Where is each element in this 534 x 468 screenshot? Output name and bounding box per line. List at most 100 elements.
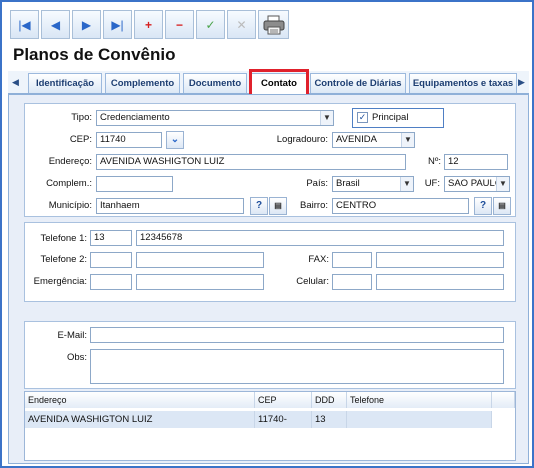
tipo-label: Tipo: bbox=[71, 112, 92, 123]
address-group: Tipo: Credenciamento ▼ ✓ Principal CEP: … bbox=[24, 103, 516, 217]
print-button[interactable] bbox=[258, 10, 289, 39]
obs-textarea[interactable] bbox=[90, 349, 504, 384]
uf-value: SAO PAULO bbox=[448, 178, 503, 189]
municipio-lookup-button[interactable]: ▤ bbox=[269, 197, 287, 215]
printer-icon bbox=[263, 15, 284, 34]
logradouro-select[interactable]: AVENIDA ▼ bbox=[332, 132, 415, 148]
tab-documento[interactable]: Documento bbox=[183, 73, 247, 93]
contact-group: E-Mail: Obs: bbox=[24, 321, 516, 389]
previous-record-button[interactable]: ◀ bbox=[41, 10, 70, 39]
principal-checkbox-field[interactable]: ✓ Principal bbox=[352, 108, 444, 128]
tab-equipamentos-e-taxas[interactable]: Equipamentos e taxas bbox=[409, 73, 517, 93]
tab-complemento[interactable]: Complemento bbox=[105, 73, 180, 93]
logradouro-label: Logradouro: bbox=[276, 134, 328, 145]
celular-number-input[interactable] bbox=[376, 274, 504, 290]
help-icon: ? bbox=[255, 200, 263, 211]
next-record-icon: ▶ bbox=[81, 17, 92, 32]
document-lookup-icon: ▤ bbox=[498, 201, 506, 210]
uf-label: UF: bbox=[424, 178, 440, 189]
remove-icon: − bbox=[175, 17, 183, 32]
pais-label: País: bbox=[306, 178, 328, 189]
celular-label: Celular: bbox=[296, 276, 329, 287]
municipio-label: Município: bbox=[48, 200, 92, 211]
chevron-down-icon: ▼ bbox=[496, 177, 509, 191]
telefone2-ddd-input[interactable] bbox=[90, 252, 132, 268]
telefone2-label: Telefone 2: bbox=[40, 254, 87, 265]
grid-header-filler bbox=[492, 392, 515, 408]
grid-header-cep[interactable]: CEP bbox=[255, 392, 312, 408]
emergencia-label: Emergência: bbox=[33, 276, 87, 287]
next-record-button[interactable]: ▶ bbox=[72, 10, 101, 39]
uf-select[interactable]: SAO PAULO ▼ bbox=[444, 176, 510, 192]
endereco-input[interactable]: AVENIDA WASHIGTON LUIZ bbox=[96, 154, 406, 170]
tipo-value: Credenciamento bbox=[100, 112, 170, 123]
grid-header-telefone[interactable]: Telefone bbox=[347, 392, 492, 408]
chevron-down-icon: ⌄ bbox=[170, 134, 180, 145]
email-label: E-Mail: bbox=[57, 330, 87, 341]
app-window: |◀ ◀ ▶ ▶| + − ✓ ✕ Planos de Convênio ◀ I… bbox=[0, 0, 534, 468]
phones-group: Telefone 1: 13 12345678 Telefone 2: FAX:… bbox=[24, 222, 516, 302]
email-input[interactable] bbox=[90, 327, 504, 343]
chevron-down-icon: ▼ bbox=[400, 177, 413, 191]
tab-scroll-left-icon[interactable]: ◀ bbox=[10, 74, 21, 90]
municipio-input[interactable]: Itanhaem bbox=[96, 198, 244, 214]
cancel-icon: ✕ bbox=[236, 17, 247, 32]
fax-number-input[interactable] bbox=[376, 252, 504, 268]
add-icon: + bbox=[144, 17, 152, 32]
cep-search-button[interactable]: ⌄ bbox=[166, 131, 184, 149]
tab-controle-de-diarias[interactable]: Controle de Diárias bbox=[310, 73, 406, 93]
bairro-help-button[interactable]: ? bbox=[474, 197, 492, 215]
telefone2-number-input[interactable] bbox=[136, 252, 264, 268]
fax-ddd-input[interactable] bbox=[332, 252, 372, 268]
grid-row-telefone[interactable] bbox=[347, 411, 492, 428]
document-lookup-icon: ▤ bbox=[274, 201, 282, 210]
principal-label: Principal bbox=[372, 112, 409, 123]
municipio-help-button[interactable]: ? bbox=[250, 197, 268, 215]
obs-label: Obs: bbox=[66, 352, 87, 363]
celular-ddd-input[interactable] bbox=[332, 274, 372, 290]
cancel-button[interactable]: ✕ bbox=[227, 10, 256, 39]
pais-select[interactable]: Brasil ▼ bbox=[332, 176, 414, 192]
grid-header-endereco[interactable]: Endereço bbox=[25, 392, 255, 408]
first-record-icon: |◀ bbox=[18, 17, 31, 32]
endereco-label: Endereço: bbox=[48, 156, 92, 167]
toolbar: |◀ ◀ ▶ ▶| + − ✓ ✕ bbox=[10, 10, 291, 40]
confirm-icon: ✓ bbox=[205, 17, 216, 32]
grid-row-cep[interactable]: 11740- bbox=[255, 411, 312, 428]
chevron-down-icon: ▼ bbox=[320, 111, 333, 125]
telefone1-number-input[interactable]: 12345678 bbox=[136, 230, 504, 246]
confirm-button[interactable]: ✓ bbox=[196, 10, 225, 39]
emergencia-ddd-input[interactable] bbox=[90, 274, 132, 290]
cep-label: CEP: bbox=[69, 134, 92, 145]
grid-header-ddd[interactable]: DDD bbox=[312, 392, 347, 408]
previous-record-icon: ◀ bbox=[50, 17, 61, 32]
telefone1-ddd-input[interactable]: 13 bbox=[90, 230, 132, 246]
last-record-button[interactable]: ▶| bbox=[103, 10, 132, 39]
add-button[interactable]: + bbox=[134, 10, 163, 39]
numero-label: Nº: bbox=[428, 156, 441, 167]
bairro-lookup-button[interactable]: ▤ bbox=[493, 197, 511, 215]
page-title: Planos de Convênio bbox=[13, 45, 176, 64]
first-record-button[interactable]: |◀ bbox=[10, 10, 39, 39]
address-grid: Endereço CEP DDD Telefone AVENIDA WASHIG… bbox=[24, 391, 516, 461]
complemento-input[interactable] bbox=[96, 176, 173, 192]
principal-checkbox[interactable]: ✓ bbox=[357, 112, 368, 123]
chevron-down-icon: ▼ bbox=[401, 133, 414, 147]
logradouro-value: AVENIDA bbox=[336, 134, 378, 145]
tipo-select[interactable]: Credenciamento ▼ bbox=[96, 110, 334, 126]
telefone1-label: Telefone 1: bbox=[40, 233, 87, 244]
grid-row-endereco[interactable]: AVENIDA WASHIGTON LUIZ bbox=[25, 411, 255, 428]
cep-input[interactable]: 11740 bbox=[96, 132, 162, 148]
remove-button[interactable]: − bbox=[165, 10, 194, 39]
numero-input[interactable]: 12 bbox=[444, 154, 508, 170]
pais-value: Brasil bbox=[336, 178, 360, 189]
bairro-input[interactable]: CENTRO bbox=[332, 198, 469, 214]
complemento-label: Complem.: bbox=[46, 178, 92, 189]
fax-label: FAX: bbox=[308, 254, 329, 265]
tab-scroll-right-icon[interactable]: ▶ bbox=[516, 74, 527, 90]
contato-panel: Tipo: Credenciamento ▼ ✓ Principal CEP: … bbox=[8, 94, 529, 464]
grid-row-ddd[interactable]: 13 bbox=[312, 411, 347, 428]
emergencia-number-input[interactable] bbox=[136, 274, 264, 290]
tab-identificacao[interactable]: Identificação bbox=[28, 73, 102, 93]
last-record-icon: ▶| bbox=[111, 17, 124, 32]
